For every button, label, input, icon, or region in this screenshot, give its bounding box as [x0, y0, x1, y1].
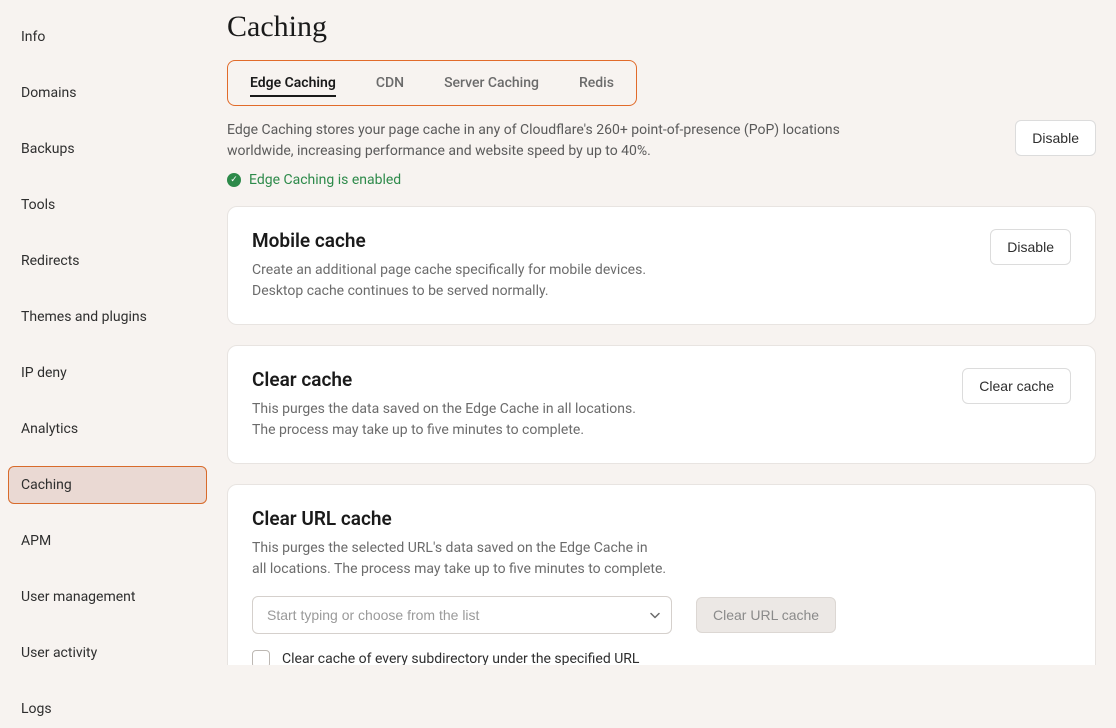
sidebar-item-user-activity[interactable]: User activity: [8, 634, 207, 672]
tab-edge-caching[interactable]: Edge Caching: [230, 61, 356, 105]
clear-url-cache-title: Clear URL cache: [252, 507, 1071, 530]
subdirectory-checkbox[interactable]: [252, 650, 270, 665]
edge-caching-disable-button[interactable]: Disable: [1015, 120, 1096, 156]
main-content: Caching Edge Caching CDN Server Caching …: [215, 0, 1116, 665]
sidebar-item-themes-plugins[interactable]: Themes and plugins: [8, 298, 207, 336]
edge-caching-status: ✓ Edge Caching is enabled: [227, 172, 1096, 188]
url-combobox[interactable]: [252, 596, 672, 634]
sidebar-item-apm[interactable]: APM: [8, 522, 207, 560]
mobile-cache-disable-button[interactable]: Disable: [990, 229, 1071, 265]
clear-cache-description: This purges the data saved on the Edge C…: [252, 399, 636, 441]
clear-cache-title: Clear cache: [252, 368, 636, 391]
sidebar-item-ip-deny[interactable]: IP deny: [8, 354, 207, 392]
tab-redis[interactable]: Redis: [559, 61, 634, 105]
clear-url-cache-description: This purges the selected URL's data save…: [252, 538, 1071, 580]
tab-cdn[interactable]: CDN: [356, 61, 424, 105]
sidebar-item-info[interactable]: Info: [8, 18, 207, 56]
url-input[interactable]: [252, 596, 672, 634]
sidebar-item-user-management[interactable]: User management: [8, 578, 207, 616]
clear-cache-card: Clear cache This purges the data saved o…: [227, 345, 1096, 464]
clear-url-cache-button[interactable]: Clear URL cache: [696, 597, 836, 633]
sidebar-item-domains[interactable]: Domains: [8, 74, 207, 112]
sidebar-item-tools[interactable]: Tools: [8, 186, 207, 224]
clear-url-cache-card: Clear URL cache This purges the selected…: [227, 484, 1096, 665]
mobile-cache-card: Mobile cache Create an additional page c…: [227, 206, 1096, 325]
check-circle-icon: ✓: [227, 173, 241, 187]
subdirectory-checkbox-label: Clear cache of every subdirectory under …: [282, 651, 639, 665]
tab-server-caching[interactable]: Server Caching: [424, 61, 559, 105]
page-title: Caching: [227, 10, 1096, 44]
sidebar-item-logs[interactable]: Logs: [8, 690, 207, 728]
sidebar-item-caching[interactable]: Caching: [8, 466, 207, 504]
sidebar-item-redirects[interactable]: Redirects: [8, 242, 207, 280]
sidebar: Info Domains Backups Tools Redirects The…: [0, 0, 215, 665]
mobile-cache-description: Create an additional page cache specific…: [252, 260, 646, 302]
clear-cache-button[interactable]: Clear cache: [962, 368, 1071, 404]
status-text: Edge Caching is enabled: [249, 172, 401, 188]
mobile-cache-title: Mobile cache: [252, 229, 646, 252]
tabs-container: Edge Caching CDN Server Caching Redis: [227, 60, 637, 106]
edge-caching-description: Edge Caching stores your page cache in a…: [227, 120, 847, 162]
sidebar-item-backups[interactable]: Backups: [8, 130, 207, 168]
sidebar-item-analytics[interactable]: Analytics: [8, 410, 207, 448]
